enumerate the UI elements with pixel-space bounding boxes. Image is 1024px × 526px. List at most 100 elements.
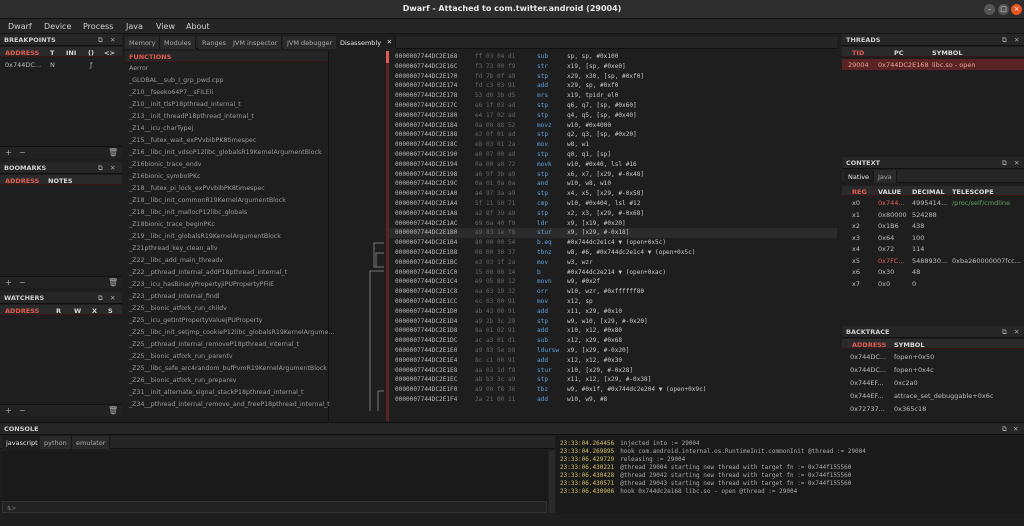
backtrace-row[interactable]: 0x744DC... fopen+0x50 <box>842 352 1024 363</box>
function-item[interactable]: _Z23__pthread_internal_findl <box>129 293 220 300</box>
register-row[interactable]: x3 0x64 100 <box>842 233 1024 244</box>
function-item[interactable]: _Z34__pthread_internal_remove_and_freeP1… <box>129 401 330 408</box>
disassembly-row[interactable]: 0000007744DC2E1B0 a9 83 1e f8 stur x9, [x29… <box>389 228 837 239</box>
disassembly-row[interactable]: 0000007744DC2E1BC e3 03 1f 2a mov w3, wzr <box>389 258 837 268</box>
function-item[interactable]: _Z18__futex_pi_lock_exPVvbibPK8timespec <box>129 185 265 192</box>
col-address[interactable]: ADDRESS <box>5 307 39 315</box>
function-item[interactable]: _Z25__libc_safe_arc4random_bufPvmR19Kern… <box>129 365 327 372</box>
register-row[interactable]: x5 0x7FC... 5488930... 0xba260000007fcc... <box>842 256 1024 267</box>
close-panel-icon[interactable]: ✕ <box>1014 159 1019 167</box>
col-r[interactable]: R <box>56 307 61 315</box>
disassembly-row[interactable]: 0000007744DC2E1EC ab b3 3c a9 stp x11, x12,… <box>389 375 837 385</box>
tab-jvm-debugger[interactable]: JVM debugger <box>283 36 338 49</box>
col-tid[interactable]: TID <box>852 49 864 57</box>
function-item[interactable]: _Z13__init_threadP18pthread_internal_t <box>129 113 254 120</box>
disassembly-row[interactable]: 0000007744DC2E1A4 5f 11 50 71 cmp w10, #0x4… <box>389 199 837 209</box>
disassembly-row[interactable]: 0000007744DC2E1D0 ab 43 00 91 add x11, x29,… <box>389 307 837 317</box>
register-row[interactable]: x2 0x1B6 438 <box>842 221 1024 232</box>
menu-java[interactable]: Java <box>126 22 143 31</box>
disassembly-row[interactable]: 0000007744DC2E19C 0a 01 0a 0a and w10, w8, … <box>389 179 837 189</box>
close-panel-icon[interactable]: ✕ <box>110 164 115 172</box>
disassembly-row[interactable]: 0000007744DC2E190 e0 07 00 ad stp q0, q1, [… <box>389 150 837 160</box>
disassembly-row[interactable]: 0000007744DC2E1CC ec 03 00 91 mov x12, sp <box>389 297 837 307</box>
console-input[interactable]: $> <box>2 501 547 513</box>
close-panel-icon[interactable]: ✕ <box>1014 36 1019 44</box>
function-item[interactable]: _Z16bionic_symbolPKc <box>129 173 201 180</box>
function-item[interactable]: _Z25__icu_getIntPropertyValuejPUProperty <box>129 317 263 324</box>
float-icon[interactable]: ⧉ <box>1002 328 1007 337</box>
trash-icon[interactable]: 🗑 <box>108 148 118 157</box>
function-item[interactable]: _Z25__bionic_atfork_run_parentv <box>129 353 233 360</box>
function-item[interactable]: _Z18__libc_init_mallocP12libc_globals <box>129 209 247 216</box>
backtrace-row[interactable]: 0x744EF... attrace_set_debuggable+0x6c <box>842 391 1024 402</box>
disassembly-row[interactable]: 0000007744DC2E16C f3 73 00 f9 str x19, [sp,… <box>389 62 837 72</box>
disassembly-row[interactable]: 0000007744DC2E198 a6 9f 3b a9 stp x6, x7, [… <box>389 170 837 180</box>
backtrace-row[interactable]: 0x744DC... fopen+0x4c <box>842 365 1024 376</box>
register-row[interactable]: x4 0x72 114 <box>842 244 1024 255</box>
disassembly-row[interactable]: 0000007744DC2E1C8 ea 63 19 32 orr w10, wzr,… <box>389 287 837 297</box>
col-symbol[interactable]: SYMBOL <box>932 49 962 57</box>
disassembly-row[interactable]: 0000007744DC2E174 fd c3 03 91 add x29, sp, … <box>389 81 837 91</box>
col-value[interactable]: VALUE <box>878 188 901 196</box>
disassembly-row[interactable]: 0000007744DC2E1DC ac a3 01 d1 sub x12, x29,… <box>389 336 837 346</box>
disassembly-row[interactable]: 0000007744DC2E1C4 e9 05 80 12 movn w9, #0x2… <box>389 277 837 287</box>
float-icon[interactable]: ⧉ <box>98 36 103 45</box>
close-panel-icon[interactable]: ✕ <box>1014 328 1019 336</box>
float-icon[interactable]: ⧉ <box>1002 159 1007 168</box>
function-item[interactable]: _Z19__libc_init_globalsR19KernelArgument… <box>129 233 281 240</box>
function-item[interactable]: _Z10__init_tlsP18pthread_internal_t <box>129 101 241 108</box>
disassembly-row[interactable]: 0000007744DC2E1AC 69 6a 40 f9 ldr x9, [x19,… <box>389 219 837 229</box>
close-panel-icon[interactable]: ✕ <box>1013 425 1018 433</box>
col-t[interactable]: T <box>50 49 54 57</box>
disassembly-row[interactable]: 0000007744DC2E194 0a 00 a0 72 movk w10, #0x… <box>389 160 837 170</box>
disassembly-row[interactable]: 0000007744DC2E1B8 08 00 30 37 tbnz w8, #6, … <box>389 248 837 258</box>
col-x[interactable]: X <box>92 307 97 315</box>
menu-device[interactable]: Device <box>44 22 71 31</box>
function-item[interactable]: _Z25__pthread_internal_removeP18pthread_… <box>129 341 299 348</box>
function-item[interactable]: _Z18__libc_init_commonR19KernelArgumentB… <box>129 197 286 204</box>
col-s[interactable]: S <box>108 307 113 315</box>
function-item[interactable]: _Z25__bionic_atfork_run_childv <box>129 305 227 312</box>
function-item[interactable]: _Z31__init_alternate_signal_stackP18pthr… <box>129 389 304 396</box>
float-icon[interactable]: ⧉ <box>98 294 103 303</box>
tab-modules[interactable]: Modules <box>160 36 197 49</box>
float-icon[interactable]: ⧉ <box>98 164 103 173</box>
menu-about[interactable]: About <box>186 22 210 31</box>
tab-emulator[interactable]: emulator <box>72 436 111 449</box>
register-row[interactable]: x7 0x0 0 <box>842 279 1024 290</box>
function-item[interactable]: _Z26__bionic_atfork_run_preparev <box>129 377 236 384</box>
remove-icon[interactable]: − <box>19 278 26 287</box>
disassembly-row[interactable]: 0000007744DC2E184 0a 00 88 52 movz w10, #0x… <box>389 121 837 131</box>
function-item[interactable]: _Z25__libc_init_setjmp_cookieP12libc_glo… <box>129 329 334 336</box>
disassembly-row[interactable]: 0000007744DC2E1F0 a9 00 f8 36 tbz w9, #0x1f… <box>389 385 837 395</box>
close-panel-icon[interactable]: ✕ <box>110 294 115 302</box>
maximize-icon[interactable]: □ <box>998 4 1009 15</box>
disassembly-row[interactable]: 0000007744DC2E18C e8 03 01 2a mov w8, w1 <box>389 140 837 150</box>
function-item[interactable]: _Z15__futex_wait_exPVvbibPK8timespec <box>129 137 256 144</box>
col-decimal[interactable]: DECIMAL <box>912 188 945 196</box>
disassembly-row[interactable]: 0000007744DC2E180 e4 17 02 ad stp q4, q5, [… <box>389 111 837 121</box>
tab-memory[interactable]: Memory <box>125 36 161 49</box>
col-address[interactable]: ADDRESS <box>5 49 39 57</box>
disassembly-row[interactable]: 0000007744DC2E178 53 d0 3b d5 mrs x19, tpid… <box>389 91 837 101</box>
add-icon[interactable]: + <box>5 278 12 287</box>
col-telescope[interactable]: TELESCOPE <box>952 188 994 196</box>
add-icon[interactable]: + <box>5 148 12 157</box>
tab-disassembly[interactable]: Disassembly ✕ <box>336 36 397 49</box>
console-scrollbar[interactable] <box>549 451 555 513</box>
float-icon[interactable]: ⧉ <box>1002 36 1007 45</box>
menu-view[interactable]: View <box>156 22 175 31</box>
add-icon[interactable]: + <box>5 406 12 415</box>
function-item[interactable]: _Z22__libc_add_main_threadv <box>129 257 223 264</box>
disassembly-row[interactable]: 0000007744DC2E170 fd 7b 0f a9 stp x29, x30,… <box>389 72 837 82</box>
trash-icon[interactable]: 🗑 <box>108 406 118 415</box>
function-item[interactable]: _Z14__icu_charTypej <box>129 125 193 132</box>
disassembly-row[interactable]: 0000007744DC2E168 ff 03 04 d1 sub sp, sp, #… <box>389 52 837 62</box>
menu-dwarf[interactable]: Dwarf <box>8 22 32 31</box>
backtrace-row[interactable]: 0x72737... 0x365c18 <box>842 404 1024 415</box>
close-tab-icon[interactable]: ✕ <box>387 38 392 46</box>
disassembly-row[interactable]: 0000007744DC2E1A0 a4 97 3a a9 stp x4, x5, [… <box>389 189 837 199</box>
col-address[interactable]: ADDRESS <box>852 341 886 349</box>
disassembly-row[interactable]: 0000007744DC2E1E0 a9 83 5e b8 ldursw x9, [x… <box>389 346 837 356</box>
col-symbol[interactable]: SYMBOL <box>894 341 924 349</box>
